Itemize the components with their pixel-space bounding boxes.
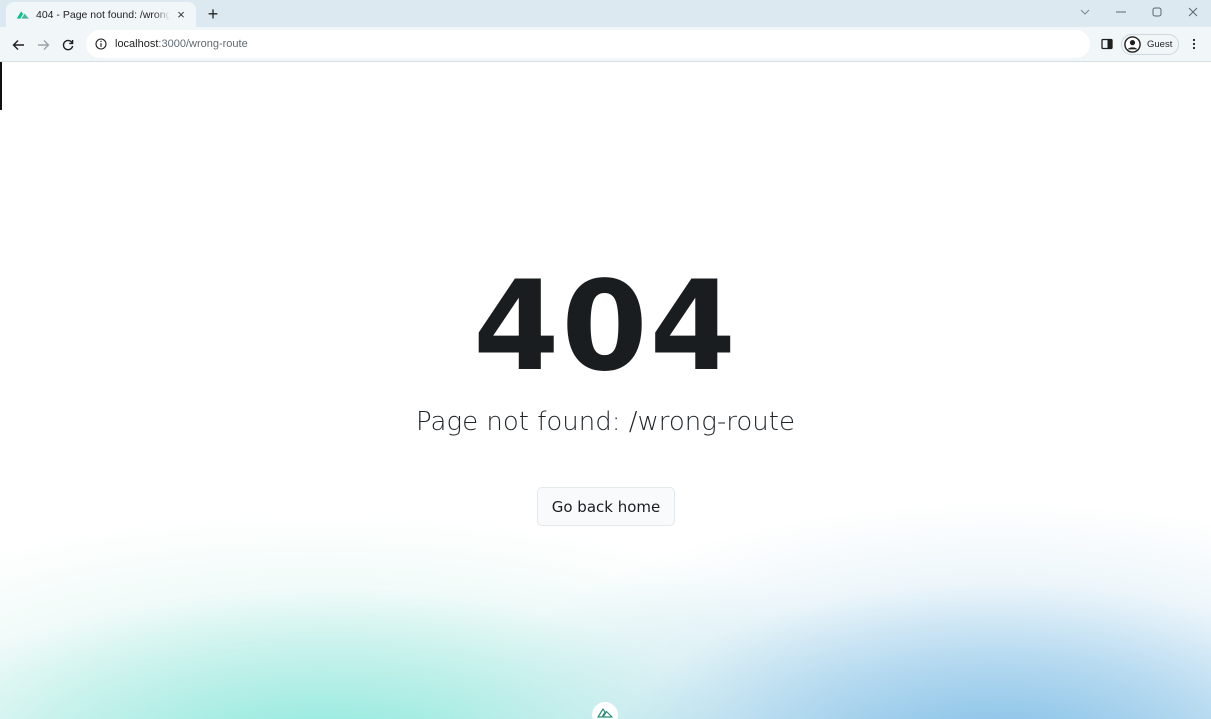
error-message: Page not found: /wrong-route <box>416 407 795 437</box>
url-text: localhost:3000/wrong-route <box>115 38 248 50</box>
tab-active[interactable]: 404 - Page not found: /wrong-route × <box>6 2 196 27</box>
browser-chrome: 404 - Page not found: /wrong-route × + <box>0 0 1211 62</box>
address-bar[interactable]: localhost:3000/wrong-route <box>86 30 1090 58</box>
forward-arrow-icon[interactable] <box>33 35 53 55</box>
tab-strip: 404 - Page not found: /wrong-route × + <box>0 0 1211 27</box>
guest-avatar-icon <box>1124 36 1141 53</box>
tab-search-chevron-down-icon[interactable] <box>1077 4 1093 20</box>
browser-toolbar: localhost:3000/wrong-route Guest <box>0 27 1211 62</box>
side-panel-icon[interactable] <box>1099 36 1115 52</box>
error-code: 404 <box>473 255 738 399</box>
site-info-icon[interactable] <box>94 37 108 51</box>
profile-label: Guest <box>1147 39 1173 50</box>
tab-close-icon[interactable]: × <box>174 7 188 22</box>
restore-icon[interactable] <box>1149 4 1165 20</box>
back-arrow-icon[interactable] <box>8 35 28 55</box>
kebab-menu-icon[interactable] <box>1186 36 1202 52</box>
new-tab-button[interactable]: + <box>203 5 223 23</box>
profile-button[interactable]: Guest <box>1121 34 1179 55</box>
nuxt-logo-icon <box>16 9 30 21</box>
window-left-edge <box>0 62 2 110</box>
url-path: :3000/wrong-route <box>158 38 248 50</box>
reload-icon[interactable] <box>58 35 78 55</box>
url-host: localhost <box>115 38 159 50</box>
go-back-home-button[interactable]: Go back home <box>537 487 675 526</box>
tab-title: 404 - Page not found: /wrong-route <box>36 8 170 21</box>
nuxt-devtools-icon[interactable] <box>592 702 618 719</box>
minimize-icon[interactable] <box>1113 4 1129 20</box>
page-viewport: 404 Page not found: /wrong-route Go back… <box>0 62 1211 719</box>
window-close-icon[interactable] <box>1185 4 1201 20</box>
